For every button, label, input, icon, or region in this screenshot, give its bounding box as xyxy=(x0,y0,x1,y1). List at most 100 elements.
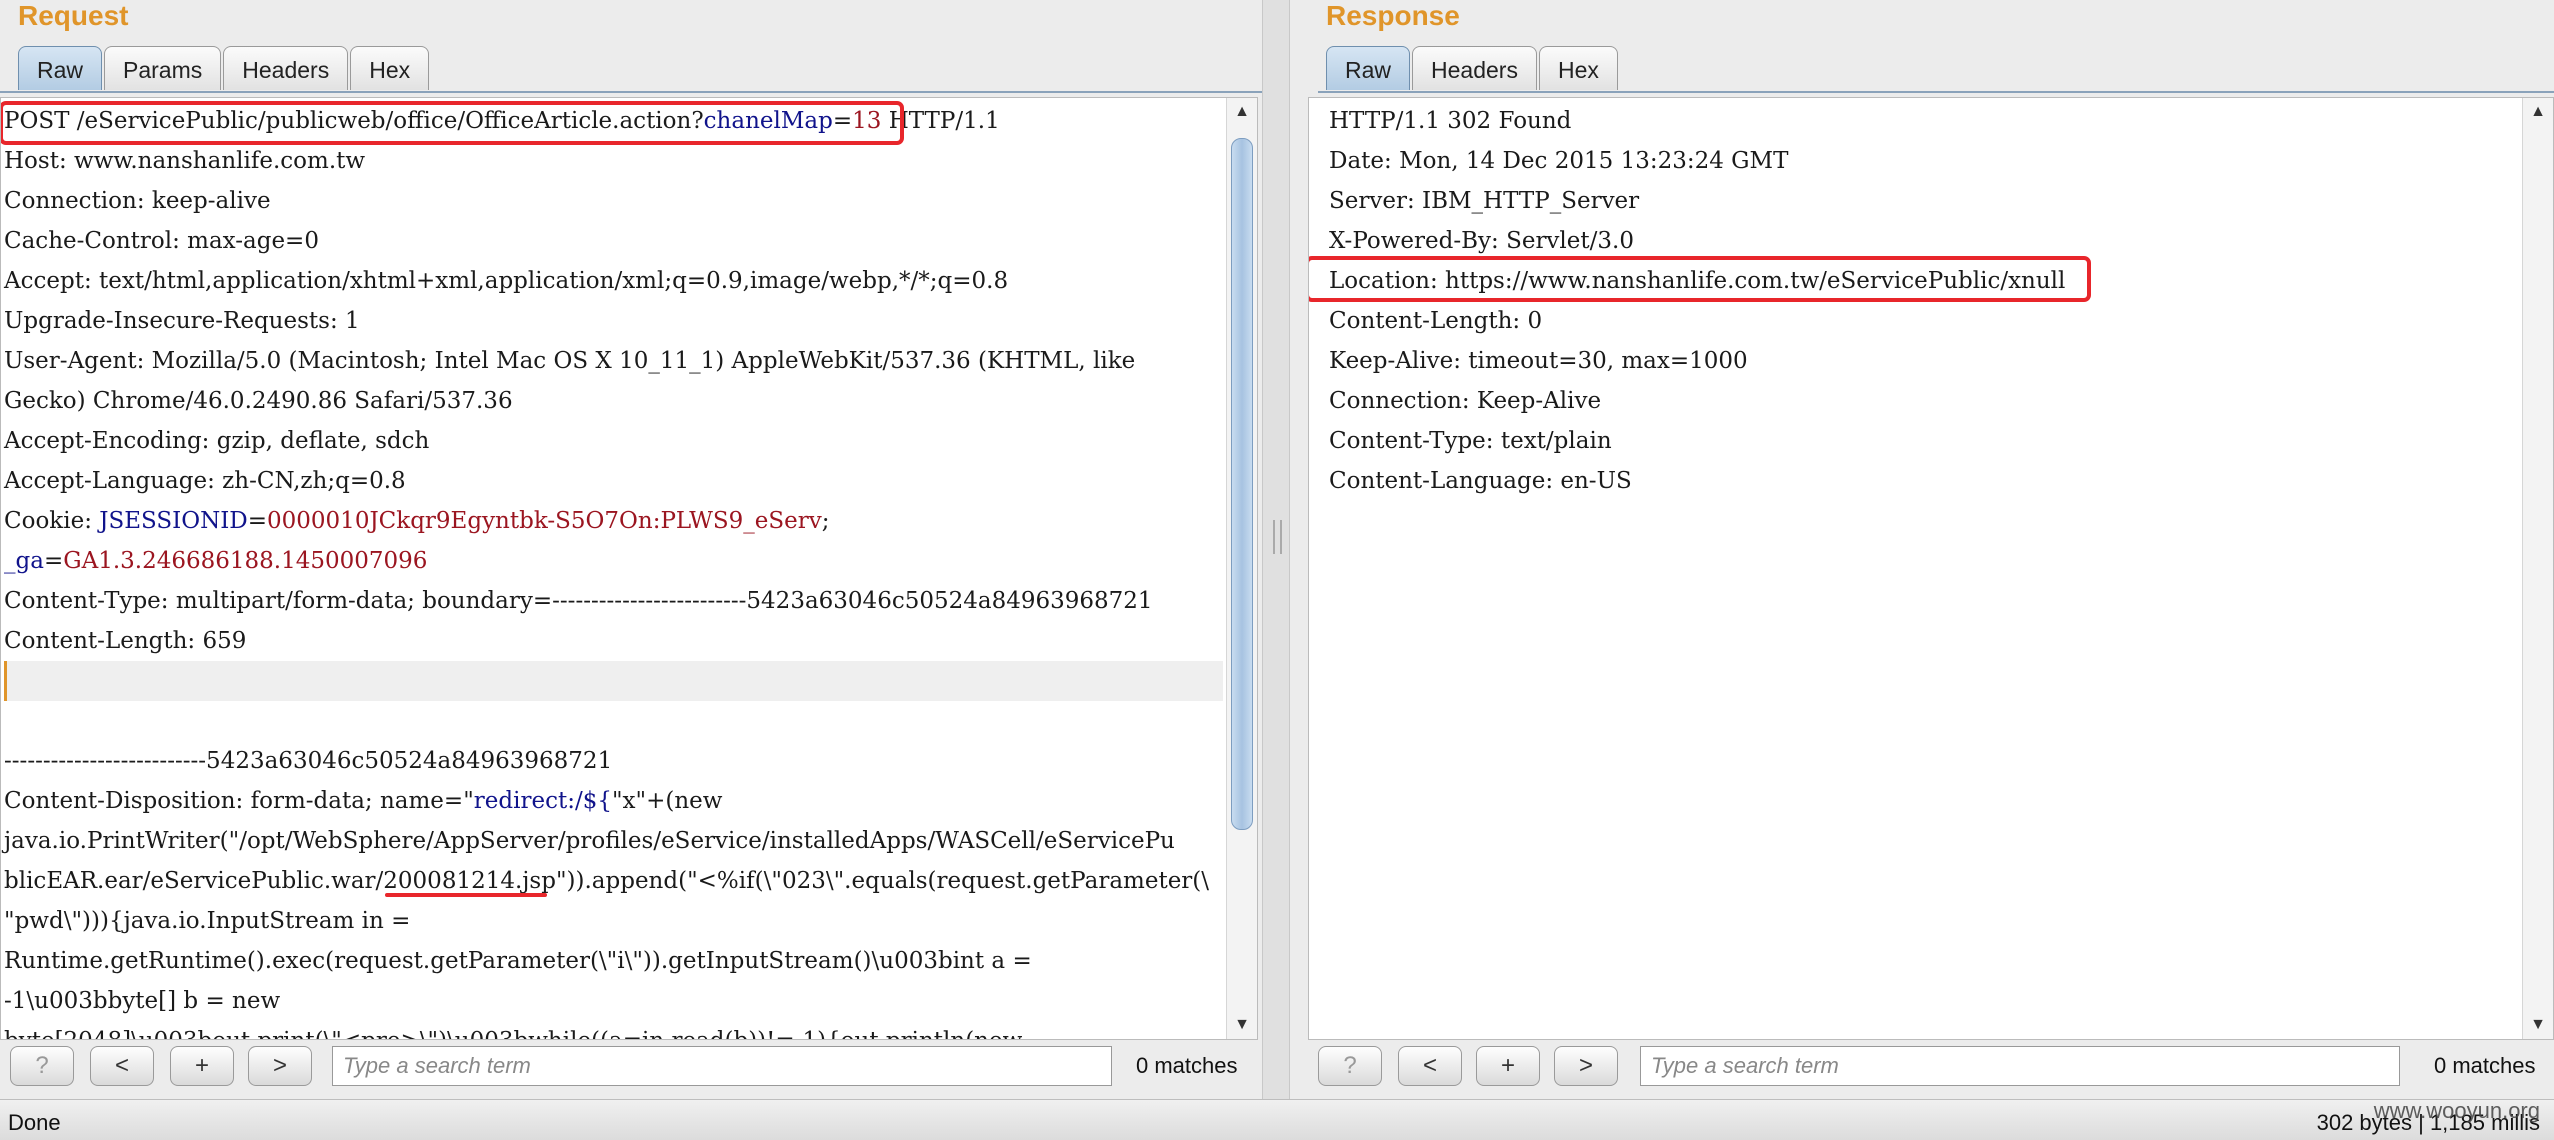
code-token: Connection: Keep-Alive xyxy=(1329,388,1602,414)
code-line: Connection: keep-alive xyxy=(4,181,1223,221)
code-token: Content-Type: multipart/form-data; bound… xyxy=(4,588,1153,614)
code-token: User-Agent: Mozilla/5.0 (Macintosh; Inte… xyxy=(4,348,1136,374)
response-tab-raw[interactable]: Raw xyxy=(1326,46,1411,90)
pane-splitter[interactable] xyxy=(1262,0,1290,1100)
response-match-count: 0 matches xyxy=(2434,1053,2536,1078)
code-line: Cache-Control: max-age=0 xyxy=(4,221,1223,261)
underline-jsp-filename xyxy=(385,893,547,897)
scroll-up-icon[interactable]: ▲ xyxy=(1227,100,1257,124)
request-vertical-scrollbar[interactable]: ▲ ▼ xyxy=(1226,98,1257,1039)
code-token: Host: www.nanshanlife.com.tw xyxy=(4,148,366,174)
response-tab-hex[interactable]: Hex xyxy=(1538,46,1618,90)
code-line: byte[2048]\u003bout.print(\"<pre>\")\u00… xyxy=(4,1021,1223,1039)
code-line: Host: www.nanshanlife.com.tw xyxy=(4,141,1223,181)
code-token: Content-Length: 0 xyxy=(1329,308,1543,334)
code-token: redirect:/${ xyxy=(473,788,612,814)
request-tab-headers[interactable]: Headers xyxy=(223,46,349,90)
add-button[interactable]: + xyxy=(1476,1046,1540,1086)
next-match-button[interactable]: > xyxy=(1554,1046,1618,1086)
code-token: X-Powered-By: Servlet/3.0 xyxy=(1329,228,1634,254)
request-title: Request xyxy=(18,0,129,31)
code-line: Content-Type: text/plain xyxy=(1329,421,2519,461)
status-bar: Done 302 bytes | 1,185 millis xyxy=(0,1099,2554,1140)
response-tabs: Raw Headers Hex xyxy=(1326,46,1620,92)
response-vertical-scrollbar[interactable]: ▲ ▼ xyxy=(2522,98,2553,1039)
code-line: User-Agent: Mozilla/5.0 (Macintosh; Inte… xyxy=(4,341,1223,381)
code-line: Content-Type: multipart/form-data; bound… xyxy=(4,581,1223,621)
scroll-down-icon[interactable]: ▼ xyxy=(1227,1013,1257,1037)
highlight-location-header xyxy=(1309,256,2091,302)
code-line: Runtime.getRuntime().exec(request.getPar… xyxy=(4,941,1223,981)
code-line: X-Powered-By: Servlet/3.0 xyxy=(1329,221,2519,261)
code-token: Content-Type: text/plain xyxy=(1329,428,1612,454)
request-raw-text[interactable]: POST /eServicePublic/publicweb/office/Of… xyxy=(4,101,1223,1039)
code-token: 0000010JCkqr9Egyntbk-S5O7On:PLWS9_eServ xyxy=(267,508,822,534)
code-token: = xyxy=(43,548,64,574)
request-tab-raw[interactable]: Raw xyxy=(18,46,103,90)
code-line: Content-Language: en-US xyxy=(1329,461,2519,501)
code-token: JSESSIONID xyxy=(99,508,248,534)
code-line: "pwd\"))){java.io.InputStream in = xyxy=(4,901,1223,941)
code-token: Accept: text/html,application/xhtml+xml,… xyxy=(4,268,1009,294)
code-line xyxy=(4,661,1223,701)
response-search-input[interactable] xyxy=(1640,1046,2400,1086)
help-button[interactable]: ? xyxy=(1318,1046,1382,1086)
status-text: Done xyxy=(8,1110,61,1135)
code-token: byte[2048]\u003bout.print(\"<pre>\")\u00… xyxy=(4,1028,1022,1039)
code-token: "pwd\"))){java.io.InputStream in = xyxy=(4,908,411,934)
code-token: Accept-Language: zh-CN,zh;q=0.8 xyxy=(4,468,406,494)
response-title: Response xyxy=(1326,0,1460,31)
add-button[interactable]: + xyxy=(170,1046,234,1086)
code-token: Server: IBM_HTTP_Server xyxy=(1329,188,1640,214)
request-search-bar: ? < + > 0 matches xyxy=(0,1040,1262,1088)
splitter-grip-icon[interactable] xyxy=(1273,520,1282,554)
code-token: HTTP/1.1 302 Found xyxy=(1329,108,1572,134)
code-line: _ga=GA1.3.246686188.1450007096 xyxy=(4,541,1223,581)
code-token: Cache-Control: max-age=0 xyxy=(4,228,319,254)
code-line: Content-Length: 0 xyxy=(1329,301,2519,341)
code-token: GA1.3.246686188.1450007096 xyxy=(63,548,428,574)
code-token: java.io.PrintWriter("/opt/WebSphere/AppS… xyxy=(4,828,1175,854)
request-match-count: 0 matches xyxy=(1136,1053,1238,1078)
code-line: -1\u003bbyte[] b = new xyxy=(4,981,1223,1021)
scroll-thumb[interactable] xyxy=(1231,138,1253,830)
code-token: Connection: keep-alive xyxy=(4,188,271,214)
code-line: Connection: Keep-Alive xyxy=(1329,381,2519,421)
code-line: Cookie: JSESSIONID=0000010JCkqr9Egyntbk-… xyxy=(4,501,1223,541)
scroll-down-icon[interactable]: ▼ xyxy=(2523,1013,2553,1037)
scroll-up-icon[interactable]: ▲ xyxy=(2523,100,2553,124)
code-token: Keep-Alive: timeout=30, max=1000 xyxy=(1329,348,1748,374)
response-tab-headers[interactable]: Headers xyxy=(1412,46,1537,90)
code-line: Accept-Language: zh-CN,zh;q=0.8 xyxy=(4,461,1223,501)
code-line: blicEAR.ear/eServicePublic.war/200081214… xyxy=(4,861,1223,901)
code-token: Cookie: xyxy=(4,508,100,534)
response-search-bar: ? < + > 0 matches xyxy=(1290,1040,2554,1088)
response-pane: Response Raw Headers Hex HTTP/1.1 302 Fo… xyxy=(1290,0,2554,1100)
code-token: --------------------------5423a63046c505… xyxy=(4,748,613,774)
request-pane: Request Raw Params Headers Hex POST /eSe… xyxy=(0,0,1262,1100)
request-search-input[interactable] xyxy=(332,1046,1112,1086)
code-token: Content-Disposition: form-data; name=" xyxy=(4,788,474,814)
request-tab-hex[interactable]: Hex xyxy=(350,46,430,90)
code-line: Content-Length: 659 xyxy=(4,621,1223,661)
code-line: Keep-Alive: timeout=30, max=1000 xyxy=(1329,341,2519,381)
tab-underline xyxy=(1318,91,2554,93)
code-line: HTTP/1.1 302 Found xyxy=(1329,101,2519,141)
previous-match-button[interactable]: < xyxy=(90,1046,154,1086)
code-token: Date: Mon, 14 Dec 2015 13:23:24 GMT xyxy=(1329,148,1789,174)
code-line: --------------------------5423a63046c505… xyxy=(4,741,1223,781)
previous-match-button[interactable]: < xyxy=(1398,1046,1462,1086)
code-token: Gecko) Chrome/46.0.2490.86 Safari/537.36 xyxy=(4,388,513,414)
request-editor[interactable]: POST /eServicePublic/publicweb/office/Of… xyxy=(0,97,1258,1040)
code-token: Runtime.getRuntime().exec(request.getPar… xyxy=(4,948,1032,974)
code-token: Content-Language: en-US xyxy=(1329,468,1632,494)
code-token: _ga xyxy=(4,548,44,574)
request-tabs: Raw Params Headers Hex xyxy=(18,46,431,92)
next-match-button[interactable]: > xyxy=(248,1046,312,1086)
response-editor[interactable]: HTTP/1.1 302 Found Date: Mon, 14 Dec 2015… xyxy=(1308,97,2554,1040)
code-token: "x"+(new xyxy=(611,788,723,814)
help-button[interactable]: ? xyxy=(10,1046,74,1086)
tab-underline xyxy=(0,91,1262,93)
request-tab-params[interactable]: Params xyxy=(104,46,222,90)
